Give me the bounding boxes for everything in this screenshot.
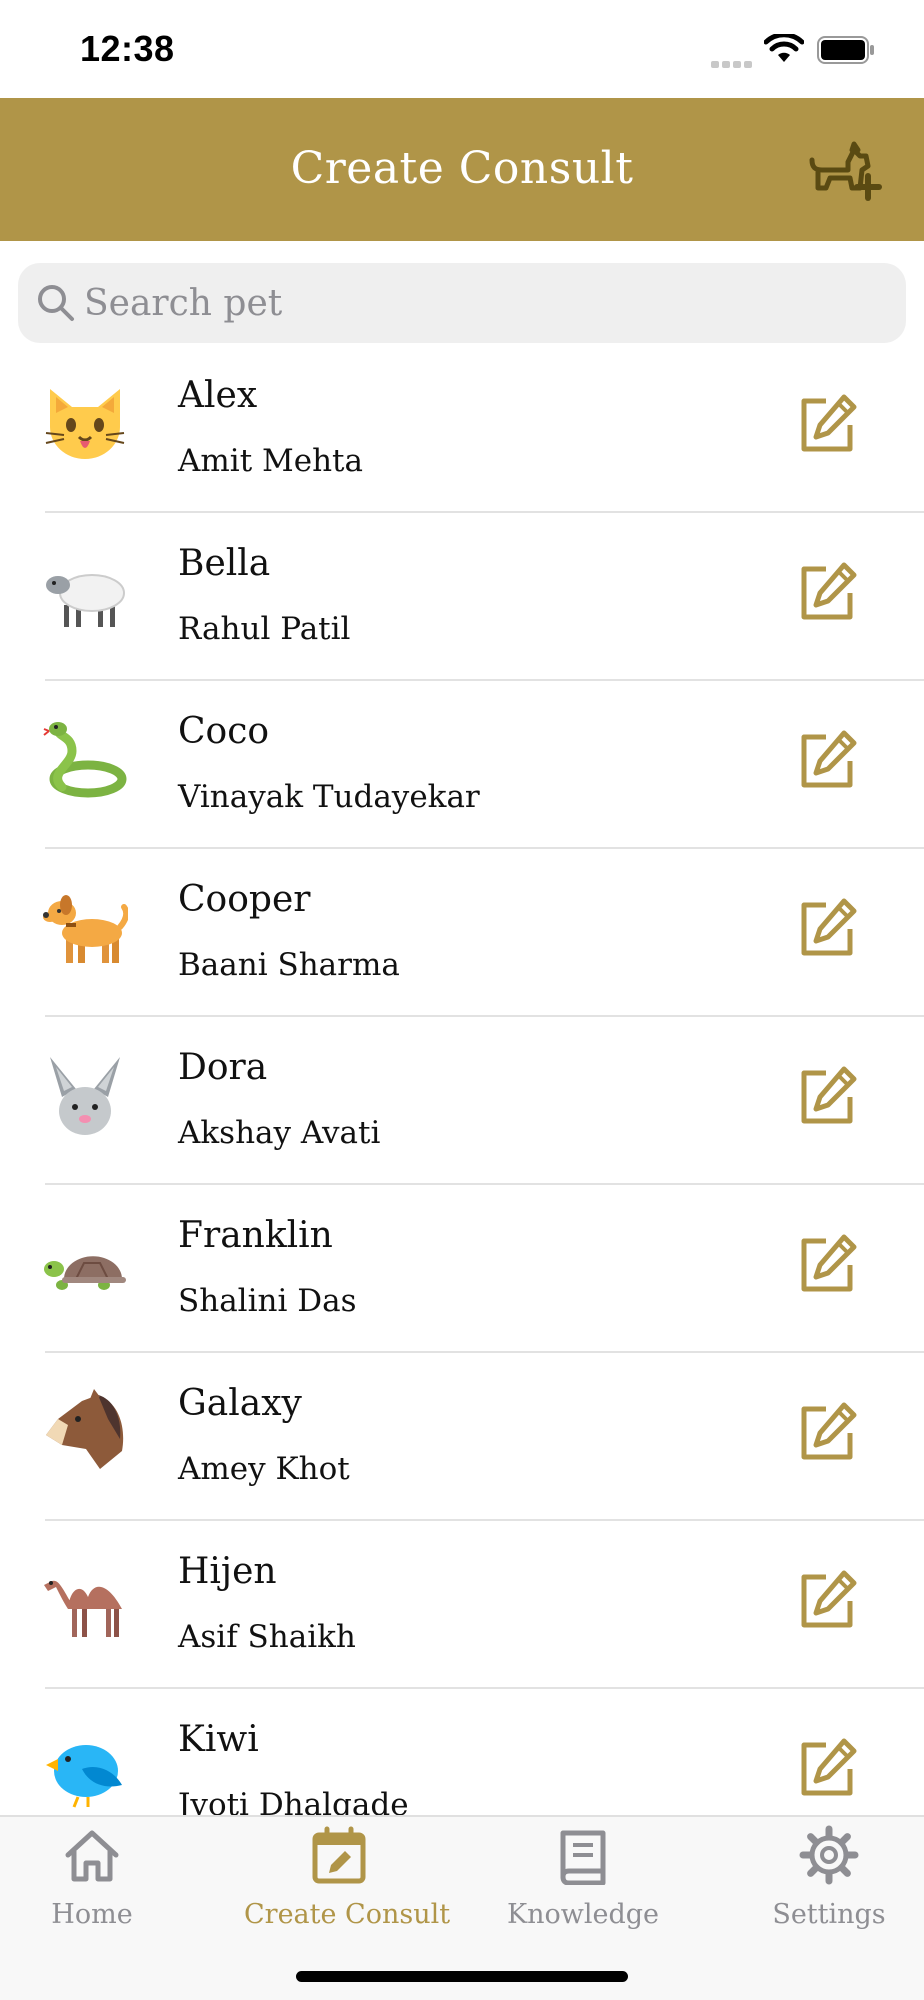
owner-name: Jyoti Dhalgade: [178, 1787, 409, 1815]
pet-name: Bella: [178, 543, 271, 584]
page-title: Create Consult: [290, 143, 634, 194]
pet-row[interactable]: Alex Amit Mehta: [0, 345, 924, 513]
pet-name: Kiwi: [178, 1719, 259, 1760]
owner-name: Shalini Das: [178, 1283, 357, 1319]
status-time: 12:38: [80, 28, 175, 69]
pet-name: Cooper: [178, 879, 311, 920]
tab-label: Create Consult: [244, 1899, 451, 1930]
calendar-edit-icon: [312, 1826, 366, 1884]
owner-name: Asif Shaikh: [178, 1619, 356, 1655]
tab-label: Settings: [772, 1899, 886, 1930]
edit-icon[interactable]: [796, 1569, 858, 1631]
search-input[interactable]: [84, 273, 884, 333]
pet-name: Coco: [178, 711, 270, 752]
home-indicator: [296, 1971, 628, 1982]
pet-name: Hijen: [178, 1551, 277, 1592]
cat-face-icon: [45, 389, 125, 459]
edit-icon[interactable]: [796, 1065, 858, 1127]
gear-icon: [799, 1825, 859, 1885]
rabbit-face-icon: [50, 1057, 120, 1135]
search-bar[interactable]: [18, 263, 906, 343]
owner-name: Rahul Patil: [178, 611, 351, 647]
camel-icon: [44, 1580, 122, 1637]
owner-name: Vinayak Tudayekar: [178, 779, 480, 815]
edit-icon[interactable]: [796, 561, 858, 623]
tab-label: Knowledge: [506, 1899, 660, 1930]
owner-name: Akshay Avati: [178, 1115, 381, 1151]
pet-list: Alex Amit Mehta Bella Rahul Patil Coco V…: [0, 345, 924, 1815]
tab-settings[interactable]: Settings: [734, 1825, 924, 1945]
tab-home[interactable]: Home: [0, 1825, 187, 1945]
cellular-signal-icon: [711, 53, 755, 68]
tab-knowledge[interactable]: Knowledge: [488, 1825, 678, 1945]
status-bar: 12:38: [0, 0, 924, 98]
edit-icon[interactable]: [796, 897, 858, 959]
add-pet-button[interactable]: [808, 138, 882, 202]
owner-name: Amit Mehta: [178, 443, 364, 479]
edit-icon[interactable]: [796, 1401, 858, 1463]
dog-icon: [43, 895, 128, 963]
pet-name: Galaxy: [178, 1383, 302, 1424]
tab-label: Home: [51, 1899, 133, 1930]
pet-name: Alex: [178, 375, 258, 416]
owner-name: Amey Khot: [178, 1451, 350, 1487]
pet-name: Franklin: [178, 1215, 333, 1256]
edit-icon[interactable]: [796, 1737, 858, 1799]
pet-row[interactable]: Cooper Baani Sharma: [0, 849, 924, 1017]
pet-row[interactable]: Franklin Shalini Das: [0, 1185, 924, 1353]
battery-icon: [817, 36, 874, 64]
owner-name: Baani Sharma: [178, 947, 400, 983]
wifi-icon: [764, 34, 804, 62]
edit-icon[interactable]: [796, 393, 858, 455]
pet-row[interactable]: Kiwi Jyoti Dhalgade: [0, 1689, 924, 1815]
bird-icon: [46, 1745, 122, 1808]
home-icon: [65, 1830, 119, 1882]
turtle-icon: [44, 1256, 126, 1290]
pet-row[interactable]: Hijen Asif Shaikh: [0, 1521, 924, 1689]
edit-icon[interactable]: [796, 729, 858, 791]
horse-face-icon: [46, 1389, 124, 1469]
tab-create-consult[interactable]: Create Consult: [244, 1825, 451, 1945]
sheep-icon: [46, 574, 125, 627]
search-icon: [38, 285, 74, 321]
pet-row[interactable]: Coco Vinayak Tudayekar: [0, 681, 924, 849]
snake-icon: [43, 722, 127, 798]
book-icon: [560, 1830, 606, 1885]
pet-row[interactable]: Galaxy Amey Khot: [0, 1353, 924, 1521]
edit-icon[interactable]: [796, 1233, 858, 1295]
app-header: Create Consult: [0, 98, 924, 241]
pet-row[interactable]: Dora Akshay Avati: [0, 1017, 924, 1185]
pet-row[interactable]: Bella Rahul Patil: [0, 513, 924, 681]
pet-name: Dora: [178, 1047, 268, 1088]
